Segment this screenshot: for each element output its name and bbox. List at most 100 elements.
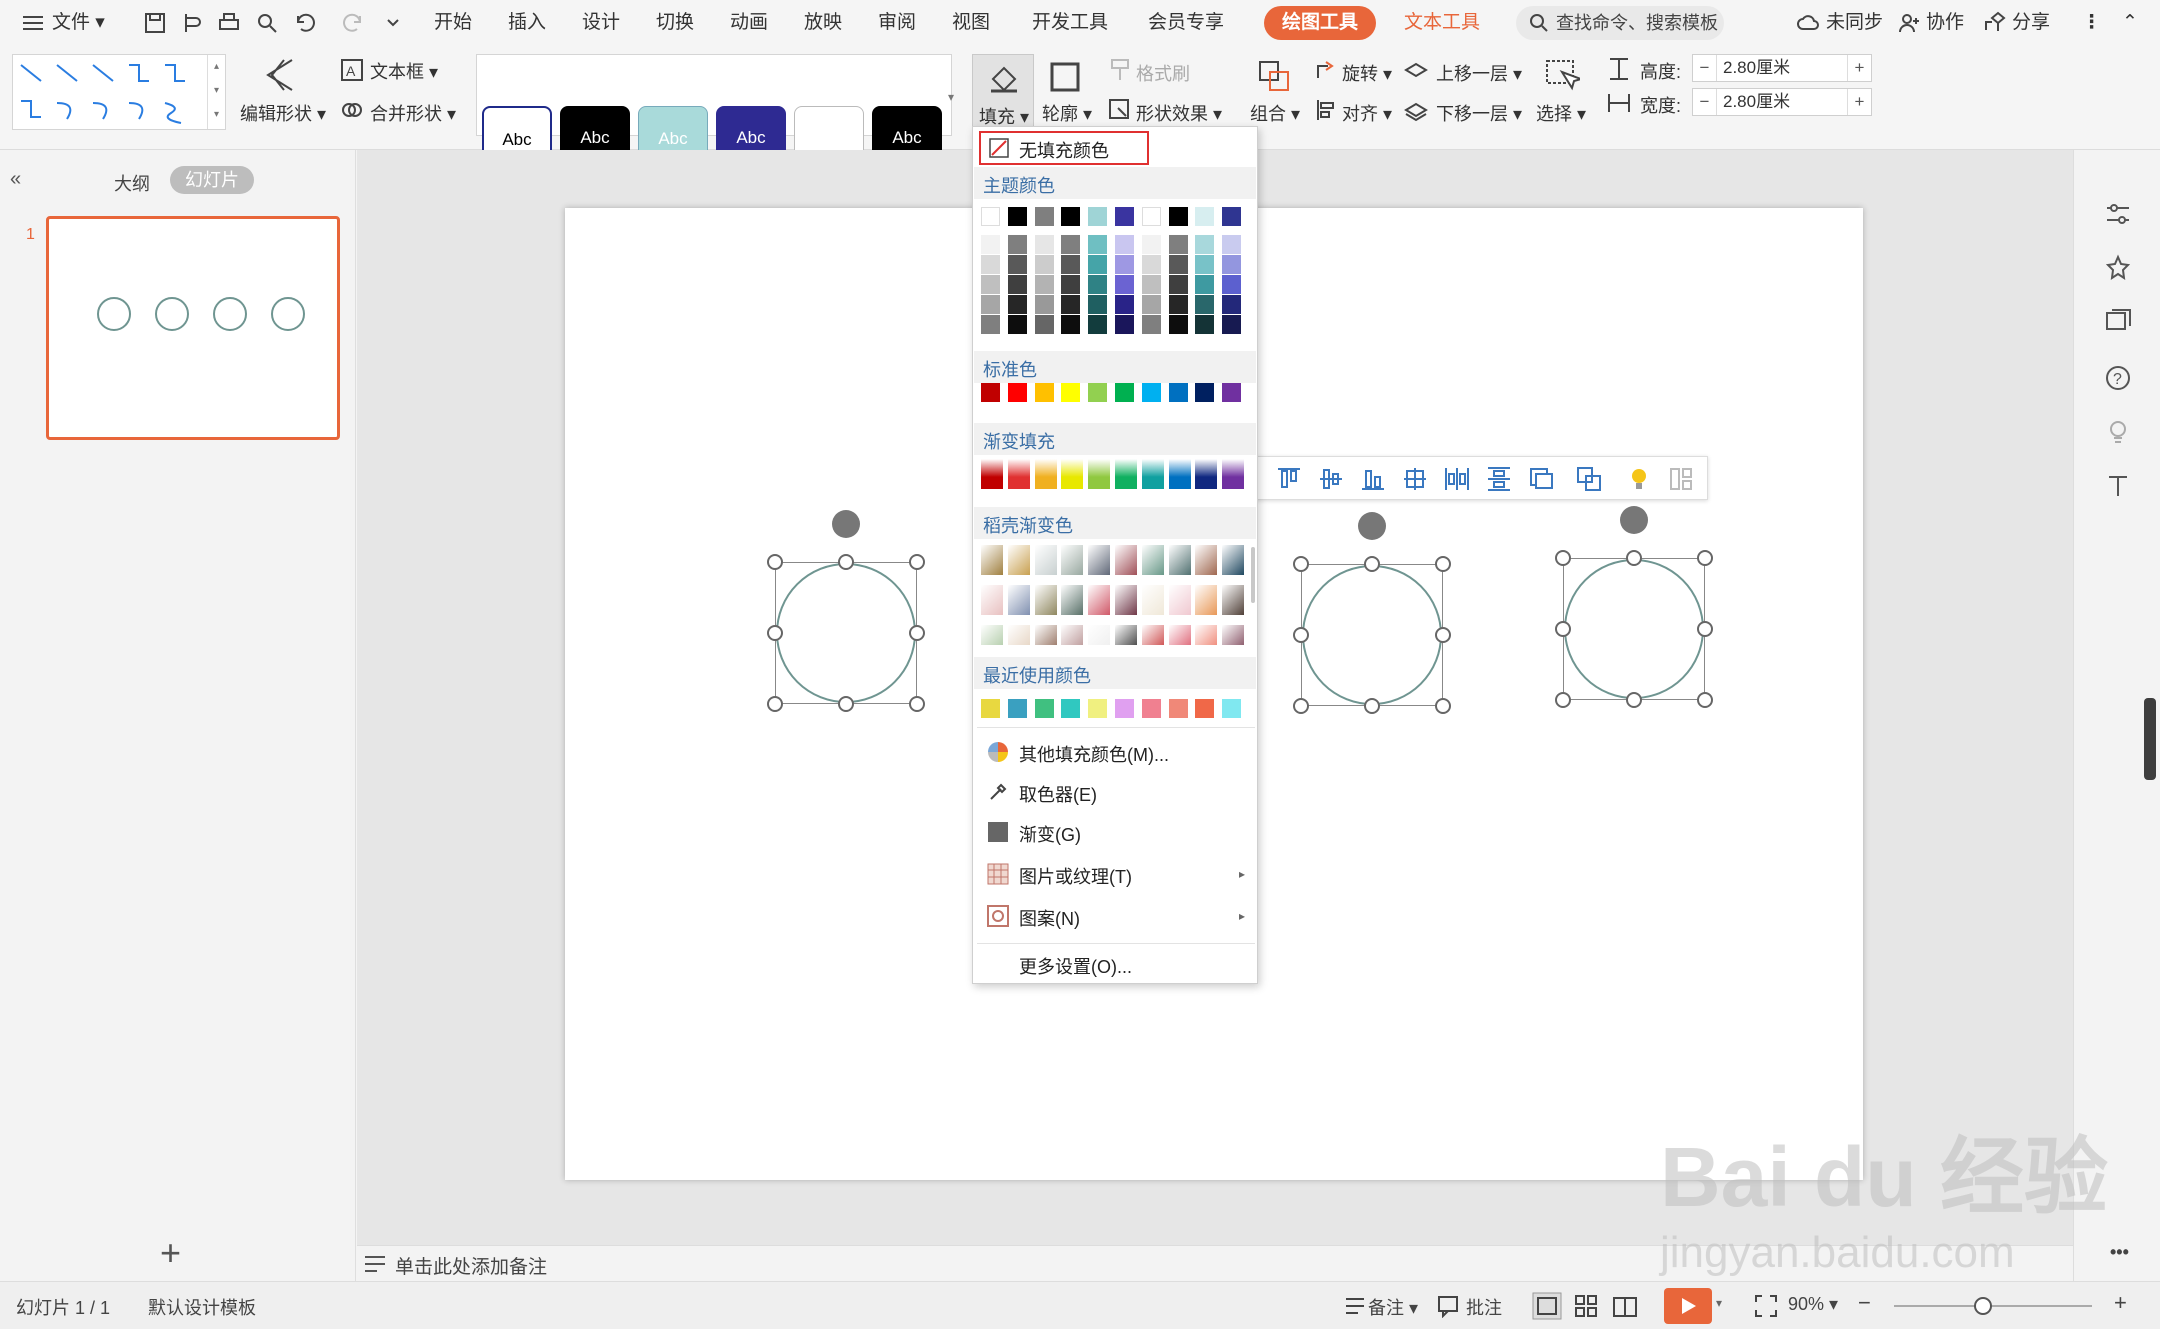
- theme-shade-swatch[interactable]: [1168, 255, 1188, 274]
- daoke-gradient-swatch[interactable]: [1222, 625, 1245, 645]
- collaborate-icon[interactable]: [1896, 10, 1922, 36]
- daoke-gradient-swatch[interactable]: [1115, 625, 1137, 645]
- distribute-horizontal-icon[interactable]: [1443, 465, 1471, 493]
- distribute-vertical-icon[interactable]: [1485, 465, 1513, 493]
- theme-shade-swatch[interactable]: [981, 275, 1000, 294]
- resize-handle[interactable]: [1293, 556, 1309, 572]
- gradient-fill-swatch[interactable]: [981, 459, 1003, 489]
- format-icon[interactable]: [180, 10, 206, 36]
- daoke-gradient-swatch[interactable]: [1168, 585, 1191, 615]
- collaborate-button[interactable]: 协作: [1926, 8, 1964, 38]
- resize-handle[interactable]: [767, 554, 783, 570]
- height-decrement-button[interactable]: −: [1693, 55, 1717, 81]
- theme-shade-swatch[interactable]: [1195, 235, 1215, 254]
- theme-shade-swatch[interactable]: [1007, 275, 1027, 294]
- theme-shade-swatch[interactable]: [1222, 275, 1242, 294]
- width-increment-button[interactable]: +: [1847, 89, 1871, 115]
- gradient-fill-swatch[interactable]: [1007, 459, 1030, 489]
- theme-shade-swatch[interactable]: [1195, 315, 1215, 334]
- add-notes-prompt[interactable]: 单击此处添加备注: [395, 1252, 547, 1279]
- collapse-panel-icon[interactable]: «: [10, 168, 21, 191]
- theme-shade-swatch[interactable]: [1034, 315, 1054, 334]
- theme-shade-swatch[interactable]: [1088, 315, 1108, 334]
- daoke-gradient-swatch[interactable]: [1088, 625, 1111, 645]
- align-center-icon[interactable]: [1401, 465, 1429, 493]
- theme-color-swatch[interactable]: [1195, 207, 1215, 226]
- daoke-gradient-swatch[interactable]: [1007, 625, 1030, 645]
- daoke-gradient-swatch[interactable]: [1034, 545, 1057, 575]
- more-options-icon[interactable]: ⋮: [2082, 8, 2101, 38]
- side-handle[interactable]: [2144, 698, 2156, 780]
- daoke-gradient-swatch[interactable]: [1195, 545, 1218, 575]
- gradient-scrollbar[interactable]: [1251, 547, 1255, 603]
- daoke-gradient-swatch[interactable]: [1168, 625, 1191, 645]
- reading-view-icon[interactable]: [1612, 1294, 1638, 1318]
- daoke-gradient-swatch[interactable]: [981, 545, 1003, 575]
- recent-color-swatch[interactable]: [1088, 699, 1108, 718]
- theme-shade-swatch[interactable]: [1088, 235, 1108, 254]
- daoke-gradient-swatch[interactable]: [1034, 585, 1057, 615]
- rotate-button[interactable]: 旋转 ▾: [1342, 60, 1392, 86]
- fill-button[interactable]: 填充 ▾: [972, 54, 1034, 130]
- star-icon[interactable]: [2104, 254, 2132, 282]
- bring-forward-button[interactable]: 上移一层 ▾: [1436, 60, 1522, 86]
- daoke-gradient-swatch[interactable]: [1007, 585, 1030, 615]
- daoke-gradient-swatch[interactable]: [1141, 585, 1164, 615]
- theme-shade-swatch[interactable]: [1115, 315, 1134, 334]
- tab-insert[interactable]: 插入: [508, 8, 546, 38]
- resize-handle[interactable]: [1555, 692, 1571, 708]
- resize-handle[interactable]: [1697, 621, 1713, 637]
- picture-texture-item[interactable]: 图片或纹理(T): [1019, 863, 1132, 889]
- recent-color-swatch[interactable]: [981, 699, 1000, 718]
- resize-handle[interactable]: [838, 554, 854, 570]
- cloud-sync-icon[interactable]: [1796, 10, 1822, 36]
- shape-effect-button[interactable]: 形状效果 ▾: [1136, 100, 1222, 126]
- undo-icon[interactable]: [292, 10, 318, 36]
- theme-shade-swatch[interactable]: [1088, 295, 1108, 314]
- daoke-gradient-swatch[interactable]: [1115, 545, 1137, 575]
- gradient-fill-swatch[interactable]: [1195, 459, 1218, 489]
- theme-shade-swatch[interactable]: [1141, 315, 1161, 334]
- standard-color-swatch[interactable]: [1141, 383, 1161, 402]
- theme-shade-swatch[interactable]: [981, 295, 1000, 314]
- comments-button[interactable]: 批注: [1466, 1294, 1502, 1320]
- daoke-gradient-swatch[interactable]: [1088, 545, 1111, 575]
- theme-color-swatch[interactable]: [1007, 207, 1027, 226]
- bring-to-front-icon[interactable]: [1527, 465, 1555, 493]
- recent-color-swatch[interactable]: [1168, 699, 1188, 718]
- resize-handle[interactable]: [1697, 692, 1713, 708]
- tab-drawing-tools[interactable]: 绘图工具: [1264, 6, 1376, 40]
- merge-shape-button[interactable]: 合并形状 ▾: [370, 100, 456, 126]
- theme-shade-swatch[interactable]: [1115, 235, 1134, 254]
- daoke-gradient-swatch[interactable]: [1141, 625, 1164, 645]
- standard-color-swatch[interactable]: [1007, 383, 1027, 402]
- gradient-item[interactable]: 渐变(G): [1019, 821, 1081, 847]
- theme-color-swatch[interactable]: [1061, 207, 1081, 226]
- standard-color-swatch[interactable]: [1115, 383, 1134, 402]
- gradient-fill-swatch[interactable]: [1034, 459, 1057, 489]
- text-box-button[interactable]: 文本框 ▾: [370, 58, 438, 84]
- gradient-fill-swatch[interactable]: [1088, 459, 1111, 489]
- daoke-gradient-swatch[interactable]: [1195, 585, 1218, 615]
- format-painter-button[interactable]: 格式刷: [1136, 60, 1190, 86]
- theme-shade-swatch[interactable]: [1088, 255, 1108, 274]
- resize-handle[interactable]: [1626, 692, 1642, 708]
- resize-handle[interactable]: [1626, 550, 1642, 566]
- template-name[interactable]: 默认设计模板: [148, 1294, 256, 1320]
- hamburger-menu-icon[interactable]: [20, 10, 46, 36]
- fit-window-icon[interactable]: [1754, 1294, 1778, 1318]
- more-settings-item[interactable]: 更多设置(O)...: [1019, 953, 1132, 979]
- properties-icon[interactable]: [2104, 200, 2132, 228]
- more-icon[interactable]: •••: [2110, 1242, 2129, 1263]
- group-shapes-icon[interactable]: [1575, 465, 1603, 493]
- theme-shade-swatch[interactable]: [1034, 235, 1054, 254]
- tab-member[interactable]: 会员专享: [1148, 8, 1224, 38]
- save-icon[interactable]: [142, 10, 168, 36]
- customize-qat-icon[interactable]: [380, 10, 406, 36]
- send-backward-button[interactable]: 下移一层 ▾: [1436, 100, 1522, 126]
- gradient-fill-swatch[interactable]: [1115, 459, 1137, 489]
- print-icon[interactable]: [216, 10, 242, 36]
- shape-gallery[interactable]: ▴ ▾ ▾: [12, 54, 226, 130]
- redo-icon[interactable]: [340, 10, 366, 36]
- daoke-gradient-swatch[interactable]: [1195, 625, 1218, 645]
